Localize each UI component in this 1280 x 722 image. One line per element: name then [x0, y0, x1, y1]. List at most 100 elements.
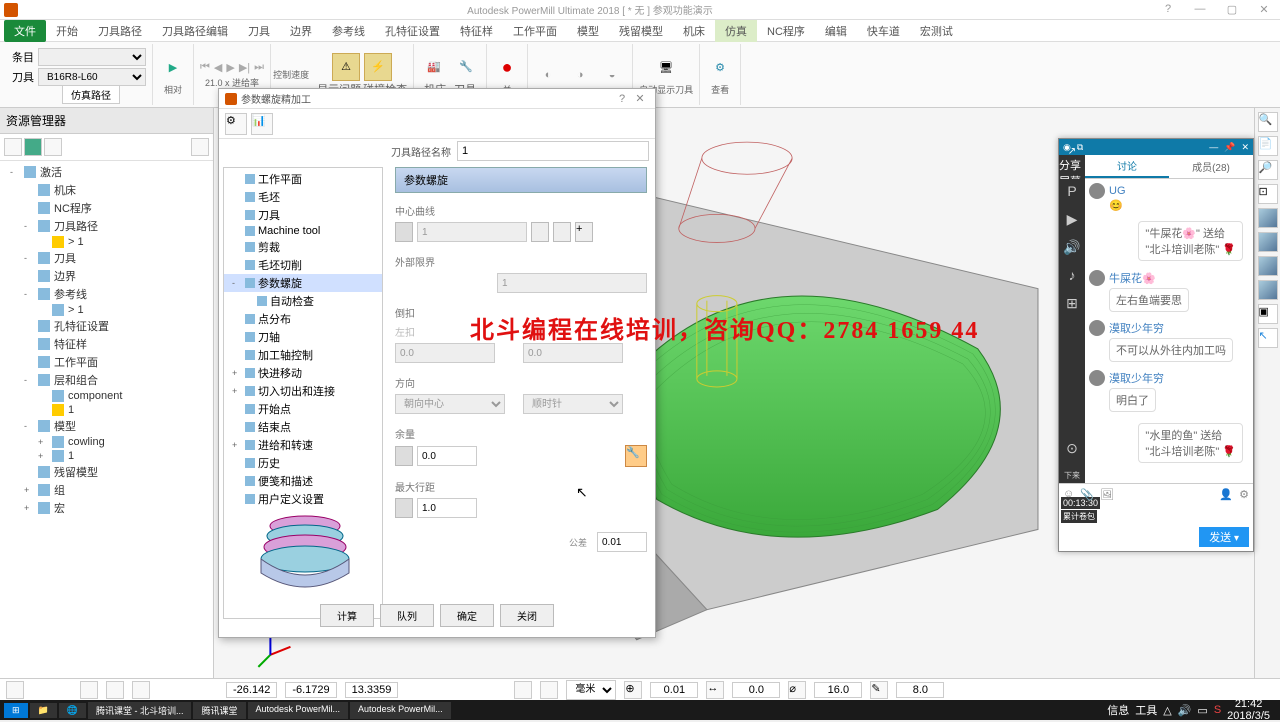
dialog-help-icon[interactable]: ?: [613, 93, 631, 105]
chat-pin-icon[interactable]: 📌: [1224, 142, 1235, 153]
dtree-item[interactable]: 自动检查: [224, 292, 382, 310]
settings-icon[interactable]: ⚙: [1239, 488, 1249, 501]
attach-icon[interactable]: 📎: [1080, 488, 1094, 501]
dtree-item[interactable]: 开始点: [224, 400, 382, 418]
menu-tab-0[interactable]: 开始: [46, 20, 88, 42]
center-btn1-icon[interactable]: [531, 222, 549, 242]
tree-item[interactable]: +组: [0, 481, 213, 499]
maximize-icon[interactable]: ▢: [1220, 3, 1244, 16]
send-button[interactable]: 发送 ▾: [1199, 527, 1249, 547]
dtree-item[interactable]: 历史: [224, 454, 382, 472]
file-menu[interactable]: 文件: [4, 20, 46, 42]
view-settings-icon[interactable]: ⚙: [706, 53, 734, 81]
dtb-chart-icon[interactable]: 📊: [251, 113, 273, 135]
menu-tab-5[interactable]: 参考线: [322, 20, 375, 42]
rtb-icon-4[interactable]: [191, 138, 209, 156]
tree-item[interactable]: +宏: [0, 499, 213, 517]
ok-button[interactable]: 确定: [440, 604, 494, 627]
sb-icon-10[interactable]: ✎: [870, 681, 888, 699]
tree-item[interactable]: 工作平面: [0, 353, 213, 371]
minimize-icon[interactable]: —: [1188, 3, 1212, 16]
menu-tab-10[interactable]: 残留模型: [609, 20, 673, 42]
step-back-icon[interactable]: ◀: [214, 61, 222, 74]
taskbar-item[interactable]: Autodesk PowerMil...: [350, 702, 451, 719]
rt-cursor-icon[interactable]: ↖: [1258, 328, 1278, 348]
dtree-item[interactable]: +快进移动: [224, 364, 382, 382]
chat-popout-icon[interactable]: ⧉: [1077, 142, 1083, 153]
menu-tab-13[interactable]: NC程序: [757, 20, 815, 42]
dtree-item[interactable]: 剪裁: [224, 238, 382, 256]
taskbar-item[interactable]: 腾讯课堂 - 北斗培训...: [88, 702, 192, 719]
menu-tab-4[interactable]: 边界: [280, 20, 322, 42]
issue-icon[interactable]: ⚠: [332, 53, 360, 81]
queue-button[interactable]: 队列: [380, 604, 434, 627]
dtree-item[interactable]: 毛坯: [224, 188, 382, 206]
emoji-icon[interactable]: ☺: [1063, 488, 1074, 501]
taskbar-item[interactable]: Autodesk PowerMil...: [248, 702, 349, 719]
tree-item[interactable]: -刀具路径: [0, 217, 213, 235]
resource-tree[interactable]: -激活机床NC程序-刀具路径> 1-刀具边界-参考线> 1孔特征设置特征样工作平…: [0, 161, 213, 519]
dialog-close-icon[interactable]: ✕: [631, 92, 649, 105]
skip-end-icon[interactable]: ⏭: [254, 61, 264, 74]
tool-select[interactable]: B16R8-L60: [38, 68, 146, 86]
center-btn2-icon[interactable]: [553, 222, 571, 242]
menu-tab-11[interactable]: 机床: [673, 20, 715, 42]
menu-tab-3[interactable]: 刀具: [238, 20, 280, 42]
cs-video-icon[interactable]: ▶: [1063, 211, 1081, 229]
tree-item[interactable]: 孔特征设置: [0, 317, 213, 335]
rt-fit-icon[interactable]: ⊡: [1258, 184, 1278, 204]
sb-icon-4[interactable]: [132, 681, 150, 699]
dir2-select[interactable]: 顺时针: [523, 394, 623, 414]
cs-more-icon[interactable]: ⊞: [1063, 295, 1081, 313]
chat-min-icon[interactable]: —: [1209, 142, 1218, 152]
dtree-item[interactable]: 点分布: [224, 310, 382, 328]
cutter-icon[interactable]: 🔧: [452, 53, 480, 81]
menu-tab-6[interactable]: 孔特征设置: [375, 20, 450, 42]
maxstep-input[interactable]: [417, 498, 477, 518]
dtree-item[interactable]: 加工轴控制: [224, 346, 382, 364]
discuss-tab[interactable]: 讨论: [1085, 155, 1169, 178]
task-explorer-icon[interactable]: 📁: [30, 703, 57, 718]
chat-messages[interactable]: UG😊"牛屎花🌸" 送给"北斗培训老陈" 🌹牛屎花🌸左右鱼端要思漠取少年穷不可以…: [1085, 179, 1253, 483]
record-icon[interactable]: ●: [493, 53, 521, 81]
sb-icon-7[interactable]: ⊕: [624, 681, 642, 699]
tree-item[interactable]: component: [0, 389, 213, 403]
menu-tab-2[interactable]: 刀具路径编辑: [152, 20, 238, 42]
cs-vol-icon[interactable]: 🔊: [1063, 239, 1081, 257]
members-tab[interactable]: 成员(28): [1169, 155, 1253, 178]
rt-iso-icon[interactable]: [1258, 208, 1278, 228]
tray-info[interactable]: 信息: [1107, 702, 1129, 718]
task-browser-icon[interactable]: 🌐: [59, 703, 86, 718]
dtree-item[interactable]: +进给和转速: [224, 436, 382, 454]
tree-item[interactable]: +cowling: [0, 435, 213, 449]
allowance-lock-icon[interactable]: [395, 446, 413, 466]
cs-clock-icon[interactable]: ⊙: [1063, 440, 1081, 458]
tree-item[interactable]: > 1: [0, 303, 213, 317]
tree-item[interactable]: -参考线: [0, 285, 213, 303]
tree-item[interactable]: 特征样: [0, 335, 213, 353]
dtree-item[interactable]: +切入切出和连接: [224, 382, 382, 400]
rtb-icon-2[interactable]: [24, 138, 42, 156]
rtb-icon-1[interactable]: [4, 138, 22, 156]
cs-music-icon[interactable]: ♪: [1063, 267, 1081, 285]
tree-item[interactable]: 残留模型: [0, 463, 213, 481]
dtree-item[interactable]: 结束点: [224, 418, 382, 436]
menu-tab-16[interactable]: 宏测试: [910, 20, 963, 42]
collision-icon[interactable]: ⚡: [364, 53, 392, 81]
dtree-item[interactable]: 便笺和描述: [224, 472, 382, 490]
tree-item[interactable]: -层和组合: [0, 371, 213, 389]
allowance-input[interactable]: [417, 446, 477, 466]
sb-icon-5[interactable]: [514, 681, 532, 699]
menu-tab-8[interactable]: 工作平面: [503, 20, 567, 42]
dir1-select[interactable]: 朝向中心: [395, 394, 505, 414]
play-icon[interactable]: ▶: [159, 53, 187, 81]
rt-side-icon[interactable]: [1258, 280, 1278, 300]
tree-item[interactable]: -模型: [0, 417, 213, 435]
unit-select[interactable]: 毫米: [566, 680, 616, 700]
tree-item[interactable]: 1: [0, 403, 213, 417]
taskbar-item[interactable]: 腾讯课堂: [193, 702, 245, 719]
sb-icon-2[interactable]: [80, 681, 98, 699]
tree-item[interactable]: +1: [0, 449, 213, 463]
tree-item[interactable]: -激活: [0, 163, 213, 181]
center-add-icon[interactable]: +: [575, 222, 593, 242]
